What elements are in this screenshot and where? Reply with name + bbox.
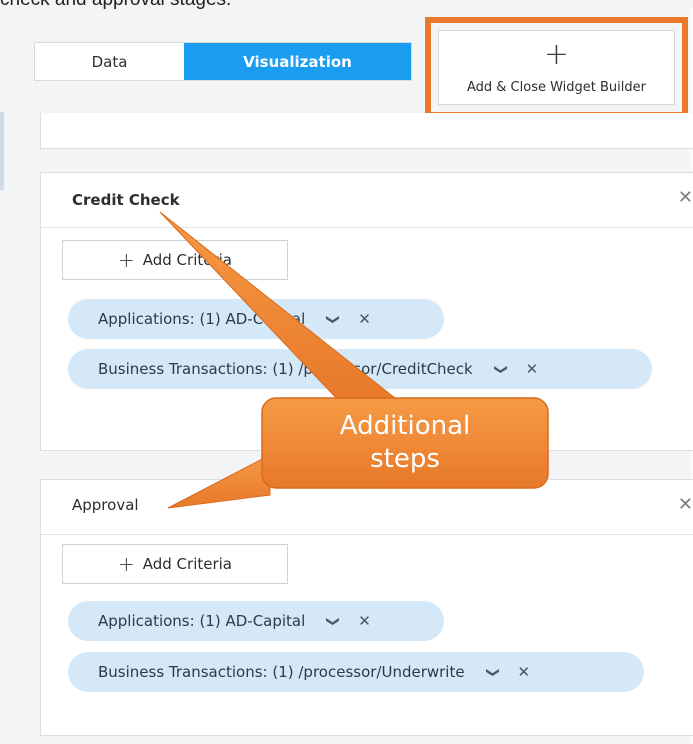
add-criteria-button[interactable]: + Add Criteria <box>62 544 288 584</box>
chevron-down-icon[interactable]: ❯ <box>485 667 500 678</box>
add-close-label: Add & Close Widget Builder <box>466 80 646 95</box>
step-panel-approval: Approval ✕ + Add Criteria Applications: … <box>40 479 693 736</box>
builder-tabs: Data Visualization <box>34 42 412 81</box>
remove-filter-icon[interactable]: ✕ <box>526 360 539 378</box>
tab-visualization[interactable]: Visualization <box>184 43 411 80</box>
close-icon[interactable]: ✕ <box>678 494 693 515</box>
plus-icon: + <box>117 552 135 576</box>
chevron-down-icon[interactable]: ❯ <box>325 314 340 325</box>
caption-text: check and approval stages. <box>0 0 231 11</box>
panel-title: Approval <box>72 496 139 514</box>
filter-label: Business Transactions: (1) /processor/Un… <box>98 663 465 681</box>
panel-title: Credit Check <box>72 191 180 209</box>
callout-line-1: Additional <box>339 411 471 441</box>
callout-label: Additional steps <box>262 398 548 488</box>
left-edge-marker <box>0 112 4 190</box>
highlight-frame: + Add & Close Widget Builder <box>425 17 688 118</box>
filter-pill[interactable]: Applications: (1) AD-Capital ❯ ✕ <box>68 299 444 339</box>
filter-pill[interactable]: Business Transactions: (1) /processor/Un… <box>68 652 644 692</box>
chevron-down-icon[interactable]: ❯ <box>493 364 508 375</box>
panel-header: Credit Check ✕ <box>41 173 693 228</box>
chevron-down-icon[interactable]: ❯ <box>325 616 340 627</box>
filter-label: Business Transactions: (1) /processor/Cr… <box>98 360 473 378</box>
add-criteria-label: Add Criteria <box>142 555 233 573</box>
filter-label: Applications: (1) AD-Capital <box>98 310 306 328</box>
filter-pill[interactable]: Applications: (1) AD-Capital ❯ ✕ <box>68 601 444 641</box>
close-icon[interactable]: ✕ <box>678 187 693 208</box>
add-criteria-label: Add Criteria <box>142 251 233 269</box>
plus-icon: + <box>117 248 135 272</box>
empty-panel <box>40 113 693 149</box>
remove-filter-icon[interactable]: ✕ <box>358 310 371 328</box>
add-criteria-button[interactable]: + Add Criteria <box>62 240 288 280</box>
remove-filter-icon[interactable]: ✕ <box>518 663 531 681</box>
callout-line-2: steps <box>370 444 440 474</box>
add-close-widget-builder-button[interactable]: + Add & Close Widget Builder <box>438 30 675 105</box>
remove-filter-icon[interactable]: ✕ <box>358 612 371 630</box>
panel-header: Approval ✕ <box>41 480 693 535</box>
plus-icon: + <box>543 37 570 72</box>
tab-data[interactable]: Data <box>35 43 184 80</box>
filter-label: Applications: (1) AD-Capital <box>98 612 306 630</box>
filter-pill[interactable]: Business Transactions: (1) /processor/Cr… <box>68 349 652 389</box>
